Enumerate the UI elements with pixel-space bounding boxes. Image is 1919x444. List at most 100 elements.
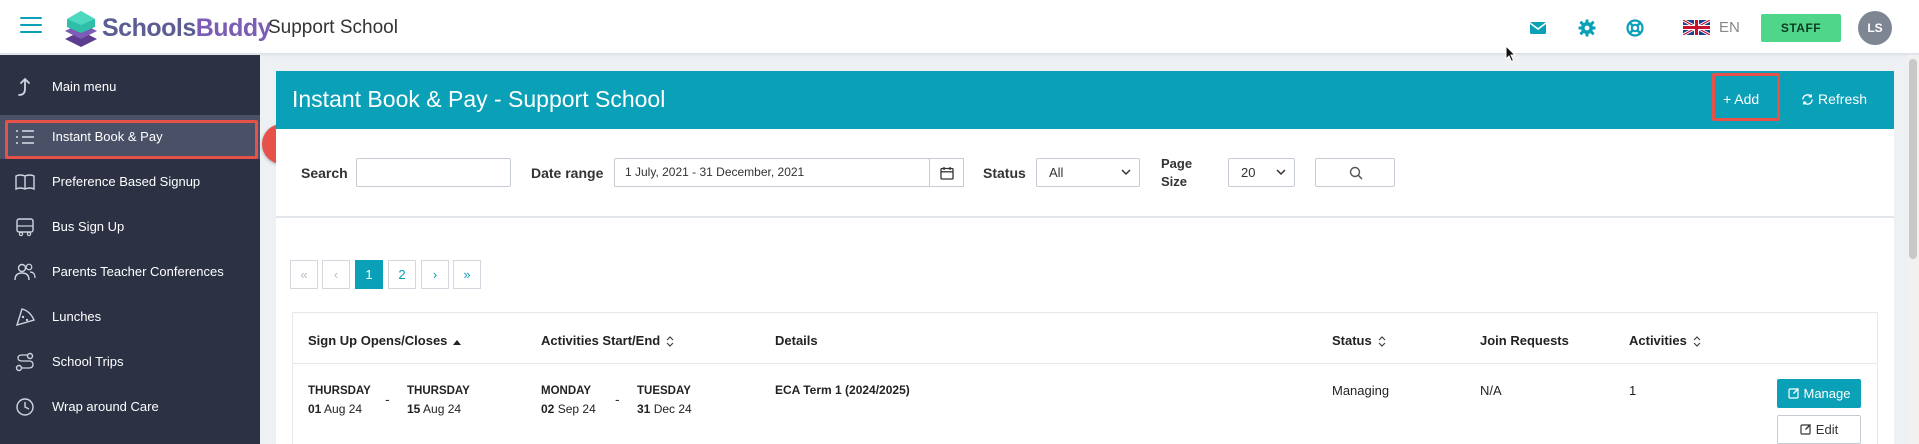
- language-selector[interactable]: EN: [1719, 19, 1740, 36]
- sidebar-item-parents-teacher-conferences[interactable]: Parents Teacher Conferences: [0, 250, 260, 294]
- row-activities-count: 1: [1629, 383, 1637, 398]
- sidebar: Main menu Instant Book & Pay Preference …: [0, 55, 260, 444]
- calendar-icon: [940, 167, 954, 180]
- sort-icon: [666, 336, 674, 347]
- uk-flag-icon[interactable]: [1683, 20, 1710, 35]
- column-header-join-requests: Join Requests: [1480, 333, 1569, 348]
- sidebar-item-preference-based-signup[interactable]: Preference Based Signup: [0, 160, 260, 204]
- close-day: THURSDAY: [407, 385, 470, 397]
- end-date-num: 31: [637, 402, 651, 416]
- sidebar-item-lunches[interactable]: Lunches: [0, 295, 260, 339]
- column-header-label: Sign Up Opens/Closes: [308, 333, 448, 348]
- mouse-cursor-icon: [1505, 45, 1517, 63]
- logo-schools-text: Schools: [102, 14, 196, 42]
- refresh-button[interactable]: Refresh: [1801, 91, 1867, 107]
- open-date-month: Aug 24: [324, 402, 363, 416]
- column-header-activities[interactable]: Activities: [1629, 333, 1701, 348]
- end-day: TUESDAY: [637, 385, 691, 397]
- edit-button[interactable]: Edit: [1777, 415, 1861, 444]
- date-range-input[interactable]: 1 July, 2021 - 31 December, 2021: [614, 158, 930, 187]
- manage-button[interactable]: Manage: [1777, 379, 1861, 408]
- search-icon: [1349, 166, 1363, 180]
- sort-icon: [1378, 336, 1386, 347]
- sort-icon: [1693, 336, 1701, 347]
- date-range-label: Date range: [531, 165, 604, 181]
- arrow-up-icon: [18, 78, 30, 96]
- sidebar-item-main-menu[interactable]: Main menu: [0, 65, 260, 109]
- users-icon: [14, 263, 36, 281]
- edit-icon: [1800, 424, 1811, 435]
- edit-label: Edit: [1815, 422, 1839, 437]
- pagination-page-1[interactable]: 1: [355, 260, 383, 289]
- envelope-icon[interactable]: [1528, 18, 1548, 38]
- gear-icon[interactable]: [1577, 18, 1597, 38]
- edit-icon: [1787, 388, 1799, 399]
- sidebar-item-bus-sign-up[interactable]: Bus Sign Up: [0, 205, 260, 249]
- column-header-label: Activities: [1629, 333, 1687, 348]
- open-date: 01 Aug 24: [308, 402, 362, 416]
- start-date: 02 Sep 24: [541, 402, 596, 416]
- annotation-highlight-box: [5, 120, 258, 159]
- start-date-month: Sep 24: [557, 402, 596, 416]
- page-size-select[interactable]: 20: [1228, 158, 1295, 187]
- column-header-activities-start-end[interactable]: Activities Start/End: [541, 333, 674, 348]
- status-select[interactable]: All: [1036, 158, 1140, 187]
- sidebar-item-school-trips[interactable]: School Trips: [0, 340, 260, 384]
- row-join-requests: N/A: [1480, 383, 1502, 398]
- avatar[interactable]: LS: [1858, 11, 1892, 45]
- book-icon: [15, 174, 35, 191]
- table-header-divider: [293, 363, 1877, 364]
- date-range-dash: -: [385, 391, 390, 407]
- school-name: Support School: [268, 17, 398, 38]
- close-date: 15 Aug 24: [407, 402, 461, 416]
- filters-divider: [276, 216, 1894, 218]
- sidebar-item-label: School Trips: [52, 354, 124, 369]
- staff-button[interactable]: STAFF: [1761, 14, 1841, 42]
- scrollbar-thumb[interactable]: [1909, 59, 1917, 259]
- search-button[interactable]: [1315, 158, 1395, 187]
- open-day: THURSDAY: [308, 385, 371, 397]
- page-size-label-line2: Size: [1161, 174, 1188, 189]
- panel-header: Instant Book & Pay - Support School + Ad…: [276, 71, 1894, 129]
- sidebar-item-label: Wrap around Care: [52, 399, 159, 414]
- chevron-down-icon: [1121, 169, 1131, 176]
- refresh-icon: [1802, 94, 1813, 105]
- sort-asc-icon: [453, 340, 462, 345]
- row-status: Managing: [1332, 383, 1390, 398]
- calendar-button[interactable]: [929, 158, 964, 187]
- page-scrollbar[interactable]: [1907, 55, 1919, 444]
- sidebar-item-label: Parents Teacher Conferences: [52, 264, 224, 279]
- annotation-highlight-box: [1712, 73, 1780, 121]
- page-size-label-line1: Page: [1161, 156, 1193, 171]
- close-date-num: 15: [407, 402, 421, 416]
- search-input[interactable]: [356, 158, 511, 187]
- start-day: MONDAY: [541, 385, 592, 397]
- row-details: ECA Term 1 (2024/2025): [775, 383, 910, 397]
- pagination-next[interactable]: ›: [421, 260, 449, 289]
- pagination-prev[interactable]: ‹: [322, 260, 350, 289]
- page-title: Instant Book & Pay - Support School: [292, 86, 666, 112]
- end-date: 31 Dec 24: [637, 402, 692, 416]
- refresh-label: Refresh: [1818, 91, 1868, 107]
- lifebuoy-icon[interactable]: [1625, 18, 1645, 38]
- sidebar-item-wrap-around-care[interactable]: Wrap around Care: [0, 385, 260, 429]
- pagination-last[interactable]: »: [453, 260, 481, 289]
- sidebar-item-label: Bus Sign Up: [52, 219, 125, 234]
- hamburger-menu-icon[interactable]: [20, 17, 42, 35]
- column-header-sign-up[interactable]: Sign Up Opens/Closes: [308, 333, 462, 348]
- sidebar-item-label: Main menu: [52, 79, 117, 94]
- column-header-label: Activities Start/End: [541, 333, 661, 348]
- status-select-value: All: [1049, 165, 1064, 180]
- pagination-page-2[interactable]: 2: [388, 260, 416, 289]
- column-header-status[interactable]: Status: [1332, 333, 1386, 348]
- activities-table: Sign Up Opens/Closes Activities Start/En…: [292, 312, 1878, 444]
- pagination-first[interactable]: «: [290, 260, 318, 289]
- top-header: SchoolsBuddy Support School EN STAFF LS: [0, 0, 1919, 54]
- schoolsbuddy-logo-icon: [65, 11, 97, 47]
- open-date-num: 01: [308, 402, 322, 416]
- sidebar-item-label: Lunches: [52, 309, 102, 324]
- date-range-dash: -: [615, 391, 620, 407]
- pizza-icon: [15, 308, 35, 327]
- manage-label: Manage: [1803, 386, 1851, 401]
- logo-buddy-text: Buddy: [195, 14, 272, 42]
